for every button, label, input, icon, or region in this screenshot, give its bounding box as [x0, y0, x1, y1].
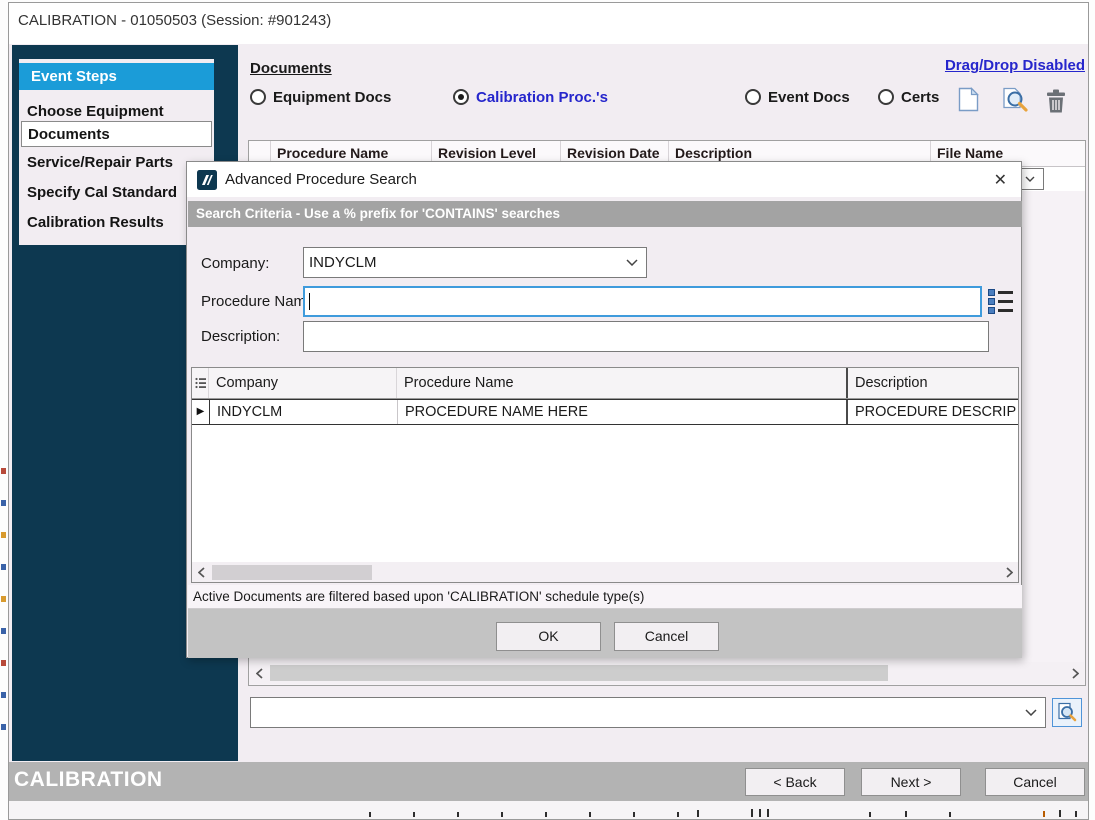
- app-logo-icon: [197, 170, 217, 190]
- radio-certs[interactable]: Certs: [878, 88, 939, 106]
- sidebar-item-service-repair-parts[interactable]: Service/Repair Parts: [21, 150, 212, 176]
- documents-section-title: Documents: [250, 60, 332, 77]
- scroll-left-icon[interactable]: [192, 561, 210, 583]
- radio-label: Equipment Docs: [273, 89, 391, 106]
- procedure-name-label: Procedure Name:: [201, 293, 319, 310]
- description-label: Description:: [201, 328, 280, 345]
- sidebar-item-calibration-results[interactable]: Calibration Results: [21, 210, 212, 236]
- search-document-button[interactable]: [1052, 698, 1082, 727]
- scroll-right-icon[interactable]: [1000, 561, 1018, 583]
- search-document-icon: [1056, 702, 1078, 724]
- event-steps-header: Event Steps: [19, 63, 214, 90]
- results-grid-row-selected[interactable]: ▶ INDYCLM PROCEDURE NAME HERE PROCEDURE …: [192, 399, 1018, 425]
- background-icon: [1, 468, 6, 474]
- radio-circle-icon[interactable]: [250, 89, 266, 105]
- procedure-name-input[interactable]: [303, 286, 982, 317]
- ok-button[interactable]: OK: [496, 622, 601, 651]
- background-icon: [1, 500, 6, 506]
- company-value: INDYCLM: [304, 254, 626, 271]
- dialog-titlebar[interactable]: Advanced Procedure Search ✕: [187, 162, 1021, 197]
- search-document-icon[interactable]: [1002, 87, 1029, 113]
- radio-calibration-procs[interactable]: Calibration Proc.'s: [453, 88, 608, 106]
- row-cell-company: INDYCLM: [209, 400, 397, 424]
- background-icon: [1, 628, 6, 634]
- new-document-icon[interactable]: [958, 87, 979, 112]
- drag-drop-disabled-link[interactable]: Drag/Drop Disabled: [925, 57, 1085, 74]
- radio-label: Calibration Proc.'s: [476, 89, 608, 106]
- radio-equipment-docs[interactable]: Equipment Docs: [250, 88, 391, 106]
- window-cancel-button[interactable]: Cancel: [985, 768, 1085, 796]
- wizard-title: CALIBRATION: [14, 768, 163, 792]
- dialog-footer: [188, 609, 1022, 658]
- next-button[interactable]: Next >: [861, 768, 961, 796]
- background-icon: [1, 596, 6, 602]
- window-title: CALIBRATION - 01050503 (Session: #901243…: [18, 12, 331, 29]
- close-icon[interactable]: ✕: [994, 170, 1007, 190]
- radio-circle-icon[interactable]: [745, 89, 761, 105]
- results-grid-hscrollbar[interactable]: [192, 562, 1018, 582]
- sidebar-item-specify-cal-standard[interactable]: Specify Cal Standard: [21, 180, 212, 206]
- chevron-down-icon[interactable]: [1025, 709, 1037, 716]
- sidebar-item-documents[interactable]: Documents: [21, 121, 212, 147]
- current-row-marker-icon: ▶: [192, 400, 209, 424]
- document-search-combobox[interactable]: [250, 697, 1046, 728]
- background-icon: [1, 532, 6, 538]
- delete-trash-icon[interactable]: [1046, 89, 1066, 113]
- description-value: [304, 322, 309, 339]
- documents-table-hscrollbar[interactable]: [250, 662, 1084, 684]
- background-icon: [1, 660, 6, 666]
- company-label: Company:: [201, 255, 269, 272]
- back-button[interactable]: < Back: [745, 768, 845, 796]
- column-chooser-icon[interactable]: [192, 368, 209, 398]
- description-input[interactable]: [303, 321, 989, 352]
- chevron-down-icon: [1025, 176, 1035, 182]
- company-combobox[interactable]: INDYCLM: [303, 247, 647, 278]
- text-caret: [309, 293, 310, 310]
- search-criteria-band: Search Criteria - Use a % prefix for 'CO…: [188, 201, 1022, 227]
- radio-label: Certs: [901, 89, 939, 106]
- advanced-procedure-search-dialog: Advanced Procedure Search ✕ Search Crite…: [186, 161, 1022, 658]
- grid-column-company[interactable]: Company: [209, 368, 397, 398]
- radio-event-docs[interactable]: Event Docs: [745, 88, 850, 106]
- scroll-left-icon[interactable]: [250, 662, 268, 684]
- radio-circle-icon[interactable]: [453, 89, 469, 105]
- scrollbar-thumb[interactable]: [270, 665, 888, 681]
- results-grid-header: Company Procedure Name Description: [192, 368, 1018, 399]
- grid-column-description[interactable]: Description: [846, 368, 1016, 398]
- dialog-title: Advanced Procedure Search: [225, 171, 417, 188]
- background-icon: [1, 692, 6, 698]
- choose-from-list-icon[interactable]: [988, 289, 1014, 315]
- grid-column-procedure-name[interactable]: Procedure Name: [397, 368, 848, 398]
- background-icon: [1, 724, 6, 730]
- chevron-down-icon[interactable]: [626, 259, 638, 266]
- dialog-status-text: Active Documents are filtered based upon…: [188, 585, 1022, 609]
- background-icon: [1, 564, 6, 570]
- radio-label: Event Docs: [768, 89, 850, 106]
- radio-circle-icon[interactable]: [878, 89, 894, 105]
- screen: CALIBRATION - 01050503 (Session: #901243…: [0, 0, 1095, 820]
- row-cell-description: PROCEDURE DESCRIP: [846, 400, 1016, 424]
- scroll-right-icon[interactable]: [1066, 662, 1084, 684]
- background-window-bottom-sliver: [9, 801, 1088, 819]
- dialog-cancel-button[interactable]: Cancel: [614, 622, 719, 651]
- row-cell-procedure-name: PROCEDURE NAME HERE: [397, 400, 848, 424]
- scrollbar-thumb[interactable]: [212, 565, 372, 580]
